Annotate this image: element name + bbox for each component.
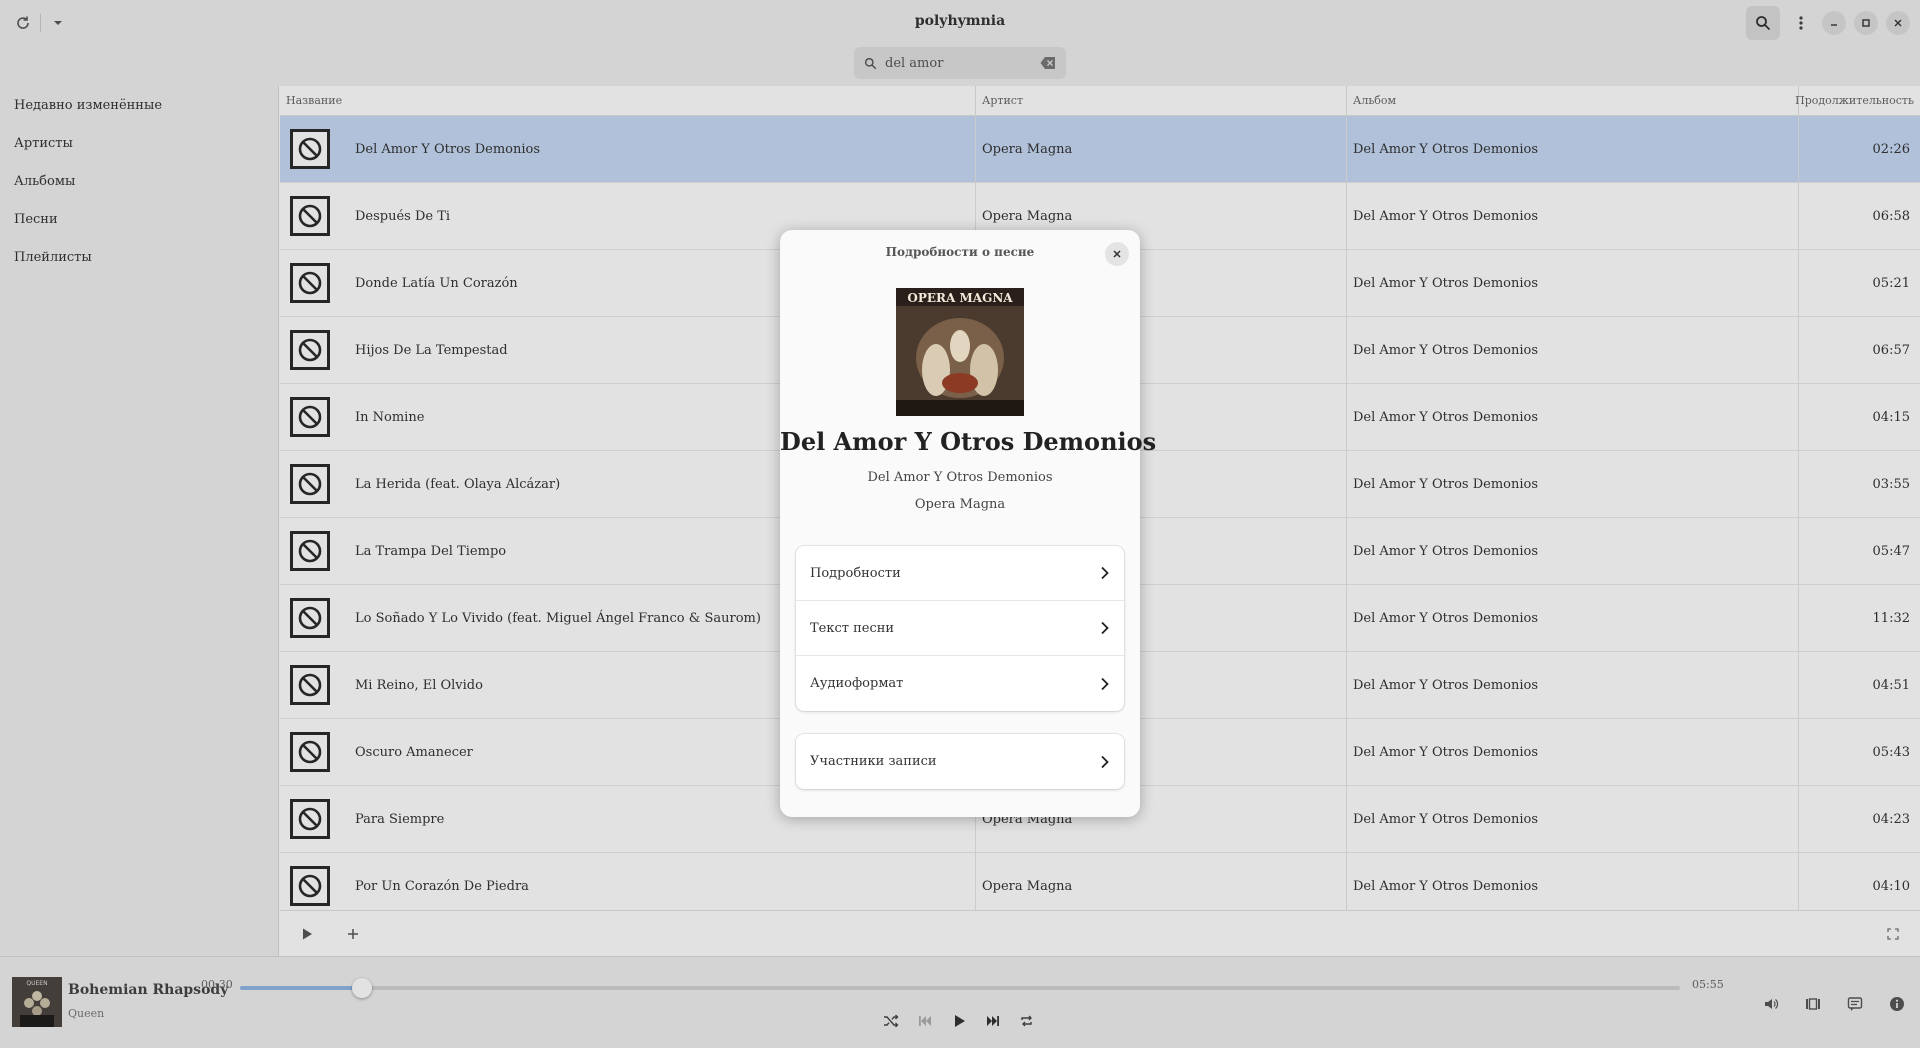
song-title: Del Amor Y Otros Demonios [780, 427, 1157, 456]
chevron-right-icon [1101, 566, 1109, 580]
chevron-right-icon [1101, 677, 1109, 690]
album-cover: OPERA MAGNA [896, 288, 1024, 416]
close-icon [1113, 250, 1121, 258]
song-details-dialog: Подробности о песне OPERA MAGNA Del Amor… [780, 230, 1157, 817]
credits-row[interactable]: Участники записи [796, 734, 1124, 789]
audio-format-row-label: Аудиоформат [810, 676, 904, 691]
audio-format-row[interactable]: Аудиоформат [796, 656, 1124, 711]
svg-text:OPERA MAGNA: OPERA MAGNA [907, 291, 1013, 305]
credits-list: Участники записи [796, 734, 1124, 789]
credits-row-label: Участники записи [810, 754, 937, 769]
opera-magna-cover-art: OPERA MAGNA [896, 288, 1024, 416]
lyrics-row-label: Текст песни [810, 620, 895, 636]
dialog-title: Подробности о песне [885, 245, 1035, 259]
chevron-right-icon [1101, 621, 1109, 635]
lyrics-row[interactable]: Текст песни [796, 601, 1124, 656]
dialog-close-button[interactable] [1105, 242, 1129, 266]
details-list: Подробности Текст песни Аудиоформат [796, 546, 1124, 711]
chevron-right-icon [1101, 755, 1109, 768]
song-artist: Opera Magna [914, 497, 1006, 512]
details-row[interactable]: Подробности [796, 546, 1124, 601]
details-row-label: Подробности [810, 565, 901, 581]
song-album: Del Amor Y Otros Demonios [867, 470, 1053, 485]
